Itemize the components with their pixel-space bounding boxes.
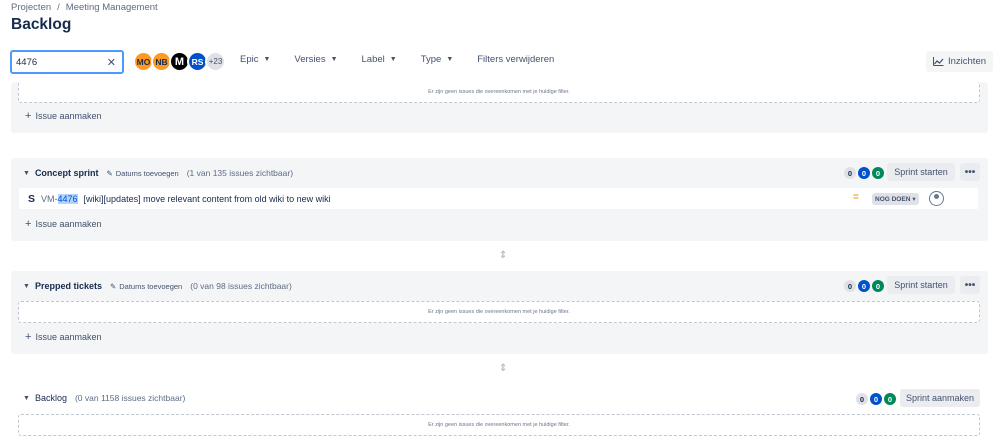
chevron-down-icon[interactable]: ▼	[23, 170, 30, 177]
more-avatars-button[interactable]: +23	[205, 51, 226, 72]
story-type-icon: S	[28, 192, 36, 205]
sprint-panel-prepped: ▼ Prepped tickets ✎ Datums toevoegen (0 …	[11, 271, 988, 354]
versions-filter-dropdown[interactable]: Versies ▼	[294, 54, 337, 65]
chevron-down-icon[interactable]: ▼	[23, 283, 30, 290]
issue-count: (0 van 98 issues zichtbaar)	[190, 281, 292, 291]
create-issue-button[interactable]: + Issue aanmaken	[25, 217, 102, 230]
resize-handle-icon[interactable]: ⇕	[499, 363, 507, 374]
issue-summary: [wiki][updates] move relevant content fr…	[83, 193, 331, 204]
issue-key-prefix: VM-	[41, 193, 58, 204]
pencil-icon: ✎	[109, 281, 117, 291]
breadcrumb-projects-link[interactable]: Projecten	[11, 2, 51, 13]
done-count-badge: 0	[884, 393, 896, 405]
create-issue-label: Issue aanmaken	[35, 332, 102, 342]
in-progress-count-badge: 0	[870, 393, 882, 405]
todo-count-badge: 0	[844, 167, 856, 179]
status-dropdown[interactable]: NOG DOEN ▾	[872, 193, 919, 205]
pencil-icon: ✎	[106, 168, 113, 178]
issue-row[interactable]: S VM-4476 [wiki][updates] move relevant …	[19, 188, 978, 210]
chart-line-icon	[932, 57, 944, 66]
insights-label: Inzichten	[947, 56, 987, 67]
empty-dropzone: Er zijn geen issues die overeenkomen met…	[18, 82, 980, 103]
empty-dropzone: Er zijn geen issues die overeenkomen met…	[18, 301, 980, 323]
create-issue-label: Issue aanmaken	[35, 111, 102, 121]
chevron-down-icon: ▾	[912, 196, 916, 203]
create-sprint-button[interactable]: Sprint aanmaken	[900, 389, 980, 407]
sprint-name: Prepped tickets	[34, 281, 102, 291]
chevron-down-icon: ▼	[389, 56, 397, 63]
add-dates-label: Datums toevoegen	[115, 168, 179, 178]
chevron-down-icon: ▼	[263, 56, 271, 63]
type-filter-dropdown[interactable]: Type ▼	[421, 54, 454, 65]
backlog-header[interactable]: ▼ Backlog (0 van 1158 issues zichtbaar)	[23, 393, 185, 403]
plus-icon: +	[25, 330, 32, 343]
avatar-filter-group: MO NB M RS +23	[133, 51, 226, 72]
clear-filters-button[interactable]: Filters verwijderen	[477, 54, 554, 65]
clear-search-icon[interactable]: ✕	[107, 56, 116, 69]
label-filter-dropdown[interactable]: Label ▼	[362, 54, 397, 65]
create-issue-button[interactable]: + Issue aanmaken	[25, 109, 102, 122]
backlog-panel: ▼ Backlog (0 van 1158 issues zichtbaar) …	[11, 384, 988, 442]
breadcrumb-separator: /	[57, 2, 60, 13]
versions-filter-label: Versies	[294, 54, 326, 65]
type-filter-label: Type	[420, 54, 442, 65]
epic-filter-label: Epic	[240, 54, 259, 65]
status-badges: 0 0 0	[856, 393, 896, 405]
todo-count-badge: 0	[844, 280, 856, 292]
issue-key[interactable]: VM-4476	[41, 193, 78, 204]
done-count-badge: 0	[872, 280, 884, 292]
breadcrumb-project-link[interactable]: Meeting Management	[66, 2, 158, 13]
backlog-name: Backlog	[34, 393, 67, 403]
in-progress-count-badge: 0	[858, 167, 870, 179]
filter-bar: Epic ▼ Versies ▼ Label ▼ Type ▼ Filters …	[240, 54, 578, 65]
todo-count-badge: 0	[856, 393, 868, 405]
empty-message: Er zijn geen issues die overeenkomen met…	[428, 422, 570, 428]
sprint-header[interactable]: ▼ Prepped tickets ✎ Datums toevoegen (0 …	[23, 281, 292, 291]
status-label: NOG DOEN	[875, 195, 911, 203]
plus-icon: +	[25, 109, 32, 122]
more-options-icon[interactable]: •••	[960, 276, 980, 294]
done-count-badge: 0	[872, 167, 884, 179]
unassigned-avatar-icon[interactable]	[929, 191, 944, 206]
add-dates-button[interactable]: ✎ Datums toevoegen	[110, 282, 182, 291]
epic-filter-dropdown[interactable]: Epic ▼	[240, 54, 270, 65]
in-progress-count-badge: 0	[858, 280, 870, 292]
empty-dropzone: Er zijn geen issues die overeenkomen met…	[18, 414, 980, 436]
priority-medium-icon: =	[853, 192, 859, 203]
chevron-down-icon: ▼	[330, 56, 338, 63]
issue-count: (0 van 1158 issues zichtbaar)	[74, 393, 186, 403]
create-issue-button[interactable]: + Issue aanmaken	[25, 330, 102, 343]
sprint-name: Concept sprint	[34, 168, 99, 178]
search-input[interactable]	[16, 56, 96, 68]
page-title: Backlog	[11, 16, 72, 33]
chevron-down-icon: ▼	[446, 56, 454, 63]
start-sprint-button[interactable]: Sprint starten	[887, 276, 955, 294]
breadcrumb: Projecten / Meeting Management	[11, 2, 158, 13]
plus-icon: +	[25, 217, 32, 230]
status-badges: 0 0 0	[844, 167, 884, 179]
empty-message: Er zijn geen issues die overeenkomen met…	[428, 309, 570, 315]
start-sprint-button[interactable]: Sprint starten	[887, 163, 955, 181]
sprint-header[interactable]: ▼ Concept sprint ✎ Datums toevoegen (1 v…	[23, 168, 293, 178]
insights-button[interactable]: Inzichten	[926, 51, 993, 72]
sprint-panel-top: Er zijn geen issues die overeenkomen met…	[11, 82, 988, 133]
add-dates-label: Datums toevoegen	[119, 281, 183, 291]
resize-handle-icon[interactable]: ⇕	[499, 250, 507, 261]
issue-count: (1 van 135 issues zichtbaar)	[186, 168, 294, 178]
create-issue-label: Issue aanmaken	[35, 219, 102, 229]
empty-message: Er zijn geen issues die overeenkomen met…	[428, 89, 570, 95]
issue-key-match: 4476	[57, 193, 78, 204]
more-options-icon[interactable]: •••	[960, 163, 980, 181]
chevron-down-icon[interactable]: ▼	[23, 395, 30, 402]
label-filter-label: Label	[361, 54, 385, 65]
search-field[interactable]: ✕	[10, 50, 124, 74]
add-dates-button[interactable]: ✎ Datums toevoegen	[106, 169, 178, 178]
status-badges: 0 0 0	[844, 280, 884, 292]
